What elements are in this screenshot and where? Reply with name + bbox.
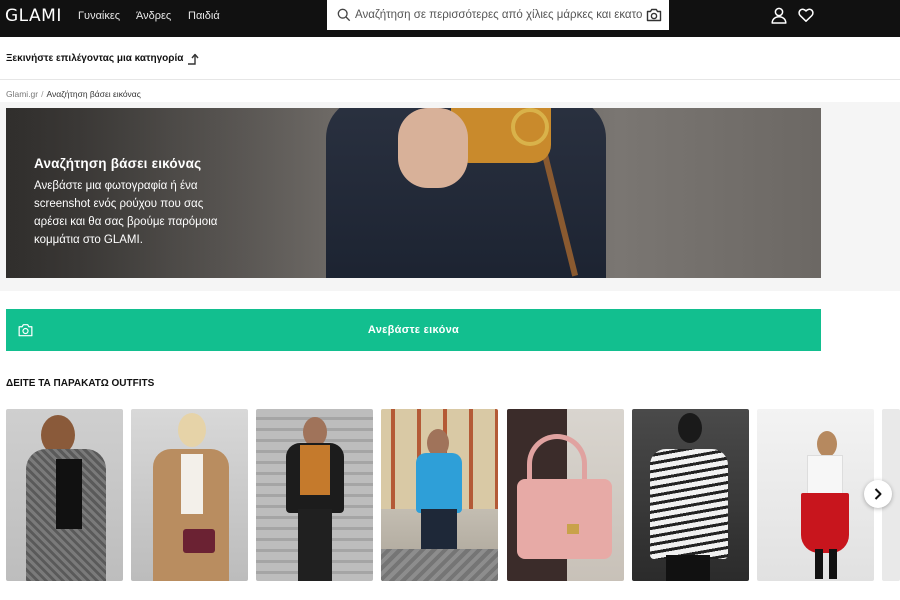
breadcrumb: Glami.gr / Αναζήτηση βάσει εικόνας xyxy=(6,89,141,99)
upload-image-button[interactable]: Ανεβάστε εικόνα xyxy=(6,309,821,351)
search-bar xyxy=(327,0,669,30)
outfit-image xyxy=(817,431,837,457)
hero-banner: Αναζήτηση βάσει εικόνας Ανεβάστε μια φωτ… xyxy=(6,108,821,278)
breadcrumb-home[interactable]: Glami.gr xyxy=(6,89,38,99)
user-icon[interactable] xyxy=(771,7,787,24)
upload-image-label: Ανεβάστε εικόνα xyxy=(367,324,460,336)
top-navigation-bar: GLAMI Γυναίκες Άνδρες Παιδιά xyxy=(0,0,900,37)
nav-link-women[interactable]: Γυναίκες xyxy=(78,10,120,22)
outfit-card[interactable] xyxy=(507,409,624,581)
outfit-card[interactable] xyxy=(256,409,373,581)
outfit-image xyxy=(678,413,702,443)
carousel-next-button[interactable] xyxy=(864,480,892,508)
chevron-right-icon xyxy=(874,488,882,500)
outfit-card[interactable] xyxy=(131,409,248,581)
search-input[interactable] xyxy=(355,5,643,25)
hero-description: Ανεβάστε μια φωτογραφία ή ένα screenshot… xyxy=(34,180,218,246)
breadcrumb-current: Αναζήτηση βάσει εικόνας xyxy=(46,89,141,99)
outfits-section-title: ΔΕΙΤΕ ΤΑ ΠΑΡΑΚΑΤΩ OUTFITS xyxy=(6,378,155,389)
breadcrumb-separator: / xyxy=(41,89,44,99)
hero-photo-hand xyxy=(398,108,468,188)
nav-link-men[interactable]: Άνδρες xyxy=(136,10,171,22)
heart-icon[interactable] xyxy=(798,7,814,23)
outfit-card[interactable] xyxy=(757,409,874,581)
search-icon[interactable] xyxy=(337,8,351,22)
outfit-card[interactable] xyxy=(6,409,123,581)
category-bar[interactable]: Ξεκινήστε επιλέγοντας μια κατηγορία xyxy=(0,37,900,80)
glami-logo[interactable]: GLAMI xyxy=(5,6,62,26)
outfit-card[interactable] xyxy=(632,409,749,581)
camera-icon[interactable] xyxy=(646,7,662,23)
arrow-up-icon xyxy=(188,53,199,65)
category-prompt[interactable]: Ξεκινήστε επιλέγοντας μια κατηγορία xyxy=(6,53,183,64)
outfit-card[interactable] xyxy=(381,409,498,581)
nav-link-kids[interactable]: Παιδιά xyxy=(188,10,220,22)
outfit-image xyxy=(178,413,206,447)
hero-photo-bag-ring xyxy=(511,108,549,146)
hero-title: Αναζήτηση βάσει εικόνας xyxy=(34,156,202,171)
